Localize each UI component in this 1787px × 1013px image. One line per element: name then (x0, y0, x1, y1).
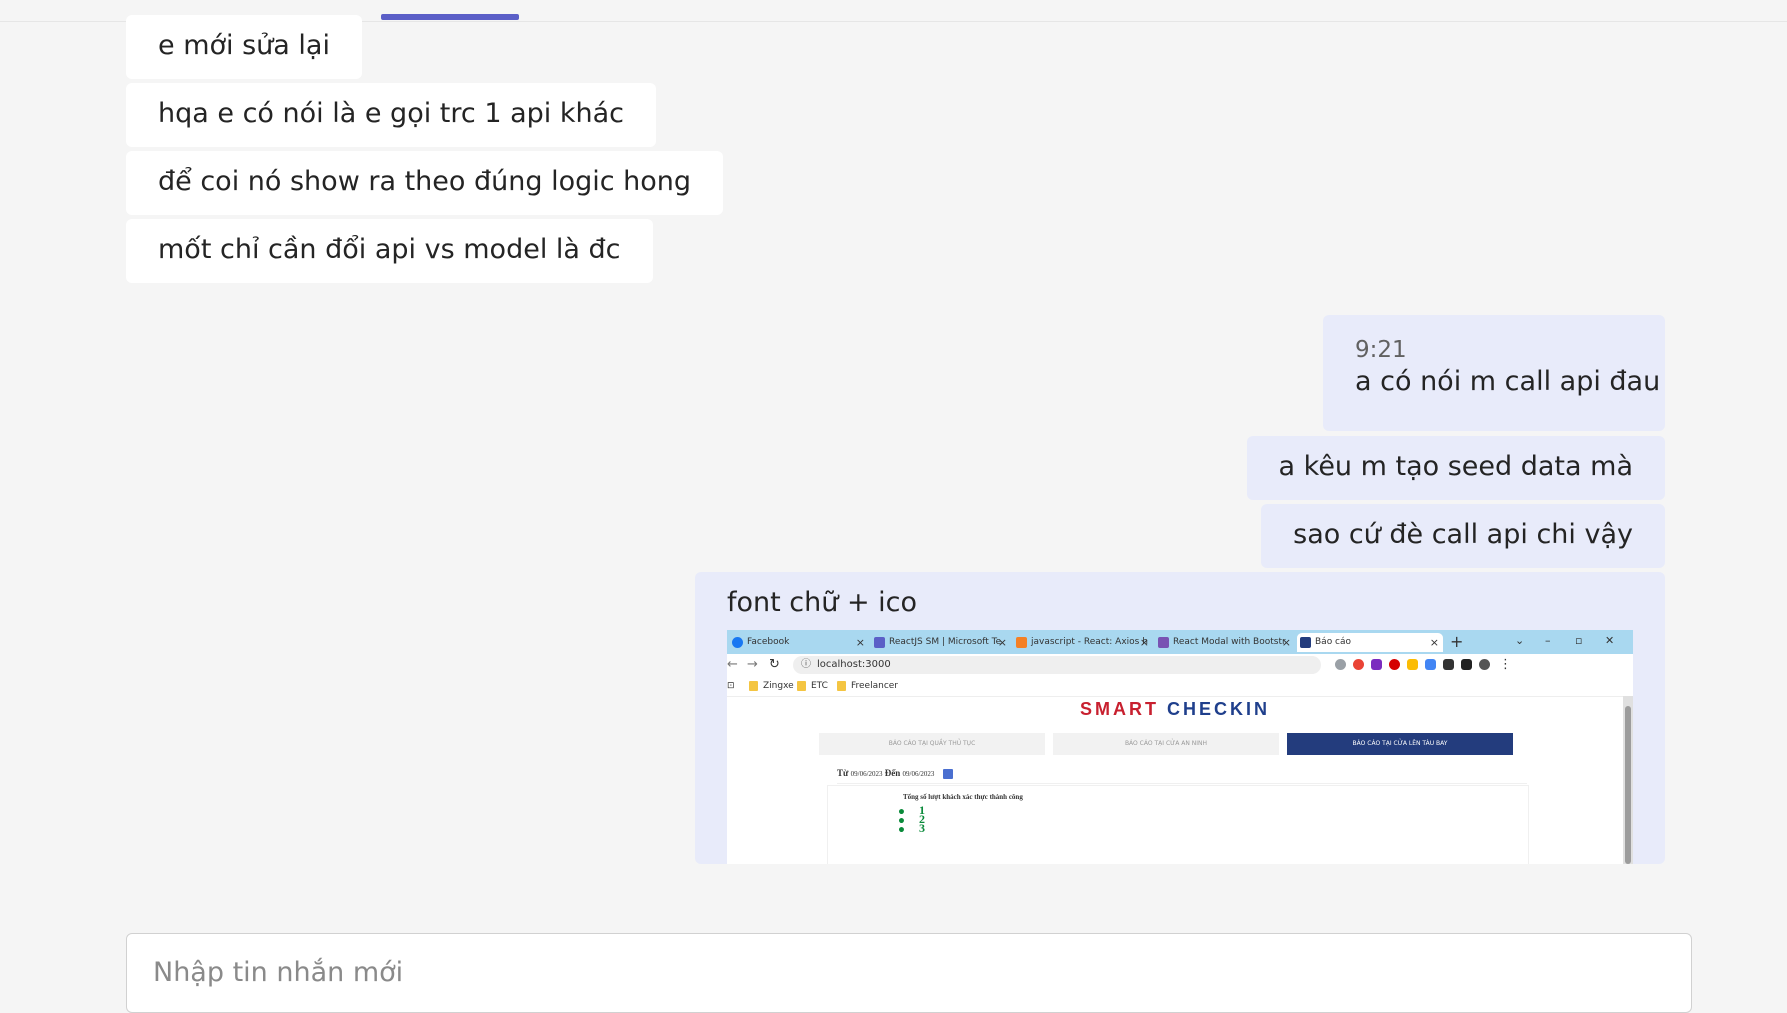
extension-icon (1371, 659, 1382, 670)
brand-word: SMART (1079, 699, 1159, 719)
bookmark-label: ETC (811, 681, 828, 691)
browser-tab: React Modal with Bootstr × (1155, 633, 1295, 652)
chevron-down-icon: ⌄ (1515, 634, 1525, 647)
report-tab: BÁO CÁO TẠI CỬA AN NINH (1053, 733, 1279, 755)
to-label: Đến (884, 768, 901, 778)
forward-arrow-icon: → (747, 657, 758, 672)
browser-tab-label: Facebook (747, 637, 790, 647)
active-tab-indicator (381, 14, 519, 20)
bookmark-label: Freelancer (851, 681, 899, 691)
browser-tab-label: Báo cáo (1315, 637, 1352, 647)
extension-icon (1335, 659, 1346, 670)
close-icon: × (1139, 636, 1149, 649)
close-icon: × (1281, 636, 1291, 649)
restore-icon: ▫ (1575, 634, 1583, 647)
bootstrap-icon (1158, 637, 1169, 648)
page-scrollbar (1623, 696, 1633, 864)
extension-icon (1353, 659, 1364, 670)
message-text: để coi nó show ra theo đúng logic hong (158, 166, 692, 197)
folder-icon (797, 681, 806, 691)
brand-word: CHECKIN (1167, 699, 1271, 719)
attached-screenshot[interactable]: Facebook × ReactJS SM | Microsoft Te × j… (727, 630, 1633, 864)
outgoing-message[interactable]: a kêu m tạo seed data mà (1246, 436, 1665, 500)
browser-address-row: ← → ↻ ⓘ localhost:3000 ⋮ (727, 654, 1633, 676)
browser-tab-label: javascript - React: Axios h (1031, 637, 1148, 647)
info-icon: ⓘ (801, 659, 811, 670)
incoming-message[interactable]: mốt chỉ cần đổi api vs model là đc (126, 219, 653, 283)
message-text: sao cứ đè call api chi vậy (1293, 519, 1633, 550)
from-date: 09/06/2023 (850, 770, 883, 778)
message-text: e mới sửa lại (158, 30, 330, 61)
bookmark-folder: ETC (797, 676, 828, 696)
address-bar: ⓘ localhost:3000 (793, 656, 1321, 674)
address-url: localhost:3000 (817, 659, 891, 670)
close-icon: × (855, 636, 865, 649)
report-tab-active: BÁO CÁO TẠI CỬA LÊN TÀU BAY (1287, 733, 1513, 755)
extension-icon (1407, 659, 1418, 670)
message-text: a kêu m tạo seed data mà (1278, 451, 1633, 482)
stackoverflow-icon (1016, 637, 1027, 648)
minimize-icon: – (1545, 634, 1551, 647)
report-tab: BÁO CÁO TẠI QUẦY THỦ TỤC (819, 733, 1045, 755)
folder-icon (837, 681, 846, 691)
stat-title: Tổng số lượt khách xác thực thành công (903, 793, 1023, 801)
stat-values: 1 2 3 (919, 804, 925, 835)
app-brand-logo: SMART CHECKIN (727, 699, 1623, 720)
stat-value: 3 (919, 821, 925, 835)
profile-avatar-icon (1479, 659, 1490, 670)
browser-tab-label: React Modal with Bootstr (1173, 637, 1286, 647)
message-input[interactable] (151, 956, 1655, 989)
browser-tab: ReactJS SM | Microsoft Te × (871, 633, 1011, 652)
date-range: Từ 09/06/2023 Đến 09/06/2023 (837, 763, 1527, 784)
incoming-message[interactable]: để coi nó show ra theo đúng logic hong (126, 151, 724, 215)
back-arrow-icon: ← (727, 657, 738, 672)
message-text: font chữ + ico (727, 587, 918, 618)
facebook-icon (732, 637, 743, 648)
from-label: Từ (837, 768, 849, 778)
apps-bookmark: ⊡ (727, 681, 735, 691)
browser-tab-active: Báo cáo × (1297, 633, 1443, 652)
legend-dots: • • • (897, 805, 906, 839)
scrollbar-thumb (1625, 706, 1631, 864)
app-favicon (1300, 637, 1311, 648)
close-icon: × (997, 636, 1007, 649)
close-window-icon: ✕ (1605, 634, 1615, 647)
bookmark-folder: Freelancer (837, 676, 898, 696)
to-date: 09/06/2023 (902, 770, 935, 778)
more-menu-icon: ⋮ (1499, 657, 1512, 672)
sidebar-icon (1461, 659, 1472, 670)
extension-icon (1389, 659, 1400, 670)
browser-tab: Facebook × (729, 633, 869, 652)
outgoing-message[interactable]: sao cứ đè call api chi vậy (1261, 504, 1665, 568)
puzzle-icon (1443, 659, 1454, 670)
outgoing-message[interactable]: 9:21 a có nói m call api đau (1323, 315, 1665, 431)
message-text: a có nói m call api đau (1355, 366, 1661, 397)
browser-tab-bar: Facebook × ReactJS SM | Microsoft Te × j… (727, 630, 1633, 654)
folder-icon (749, 681, 758, 691)
message-text: hqa e có nói là e gọi trc 1 api khác (158, 98, 624, 129)
reload-icon: ↻ (769, 657, 780, 672)
incoming-message[interactable]: e mới sửa lại (126, 15, 362, 79)
bookmark-folder: Zingxe (749, 676, 794, 696)
bookmarks-bar: ⊡ Zingxe ETC Freelancer (727, 676, 1633, 696)
message-timestamp: 9:21 (1355, 337, 1407, 363)
browser-tab-label: ReactJS SM | Microsoft Te (889, 637, 1002, 647)
incoming-message[interactable]: hqa e có nói là e gọi trc 1 api khác (126, 83, 656, 147)
extension-icon (1425, 659, 1436, 670)
calendar-icon (942, 768, 953, 779)
teams-icon (874, 637, 885, 648)
bookmark-label: Zingxe (763, 681, 794, 691)
close-icon: × (1429, 636, 1439, 649)
app-page: SMART CHECKIN BÁO CÁO TẠI QUẦY THỦ TỤC B… (727, 696, 1623, 864)
message-composer[interactable] (126, 933, 1692, 1013)
browser-tab: javascript - React: Axios h × (1013, 633, 1153, 652)
new-tab-icon: + (1450, 632, 1464, 651)
message-text: mốt chỉ cần đổi api vs model là đc (158, 234, 621, 265)
